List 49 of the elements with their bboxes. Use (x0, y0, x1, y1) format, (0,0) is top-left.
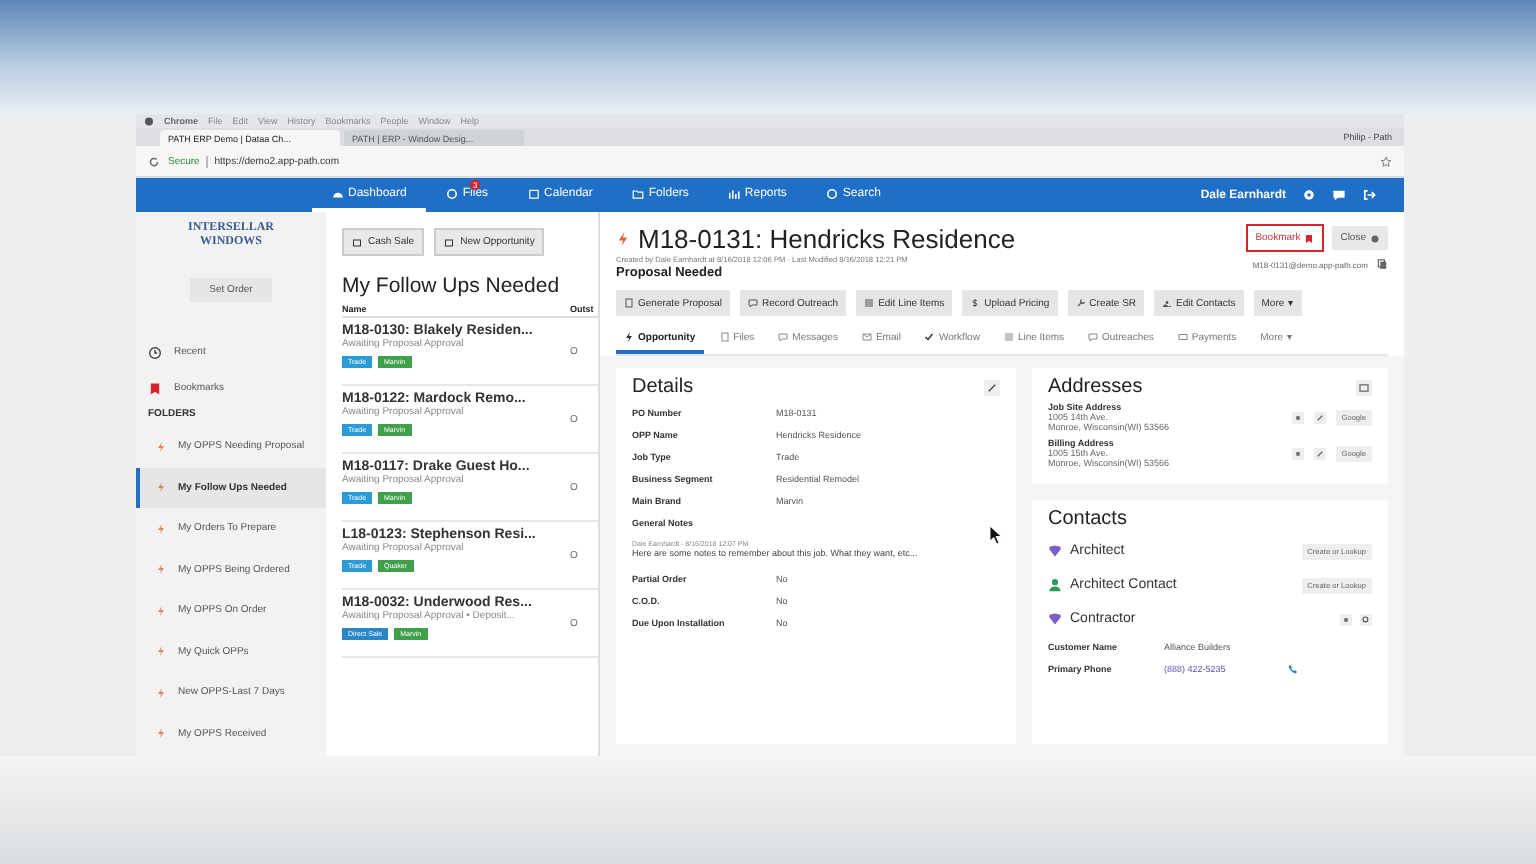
mail-icon (861, 332, 872, 342)
record-title: M18-0131: Hendricks Residence (638, 224, 1016, 254)
star-icon[interactable] (1380, 155, 1392, 167)
lightning-icon (156, 480, 166, 495)
edit-icon[interactable] (1313, 411, 1326, 423)
dollar-icon (970, 298, 981, 308)
people-icon (1162, 298, 1173, 308)
bookmark-icon (148, 381, 162, 395)
lightning-icon (156, 726, 166, 741)
reload-icon[interactable] (148, 155, 160, 167)
bookmark-icon (1304, 233, 1315, 243)
dashboard-icon (332, 187, 344, 199)
check-icon (924, 332, 935, 342)
settings-icon[interactable] (1302, 188, 1316, 202)
badge-icon (1048, 544, 1062, 558)
chat-icon (1088, 332, 1099, 342)
edit-icon[interactable] (1313, 447, 1326, 459)
wrench-icon (1075, 298, 1086, 308)
document-icon (624, 298, 634, 308)
chat-icon (747, 298, 758, 308)
card-title: Contacts (1048, 508, 1127, 530)
document-icon (719, 332, 730, 342)
search-icon (826, 187, 839, 199)
lightning-icon (156, 562, 166, 577)
list-title: My Follow Ups Needed (342, 274, 562, 298)
lightning-icon (156, 644, 166, 659)
badge-icon (1048, 612, 1062, 626)
person-icon (1048, 578, 1062, 592)
card-title: Details (632, 376, 694, 398)
card-title: Addresses (1048, 376, 1143, 398)
lightning-icon (616, 228, 630, 250)
lightning-icon (156, 603, 166, 618)
bar-chart-icon (728, 187, 741, 199)
lightning-icon (156, 685, 166, 700)
phone-icon[interactable] (1288, 664, 1298, 674)
chat-icon (778, 332, 789, 342)
search-icon[interactable] (1360, 613, 1372, 625)
chat-icon[interactable] (1332, 188, 1346, 202)
lightning-icon (156, 439, 166, 454)
lightning-icon (156, 521, 166, 536)
copy-icon[interactable] (1376, 258, 1388, 270)
mouse-cursor-icon (990, 526, 1002, 544)
edit-icon[interactable] (984, 379, 1000, 395)
lightning-icon (624, 332, 634, 342)
calendar-icon (528, 187, 541, 199)
logout-icon[interactable] (1362, 188, 1376, 202)
folder-icon (632, 187, 645, 199)
map-icon[interactable] (1356, 379, 1372, 395)
clock-icon (148, 345, 162, 359)
